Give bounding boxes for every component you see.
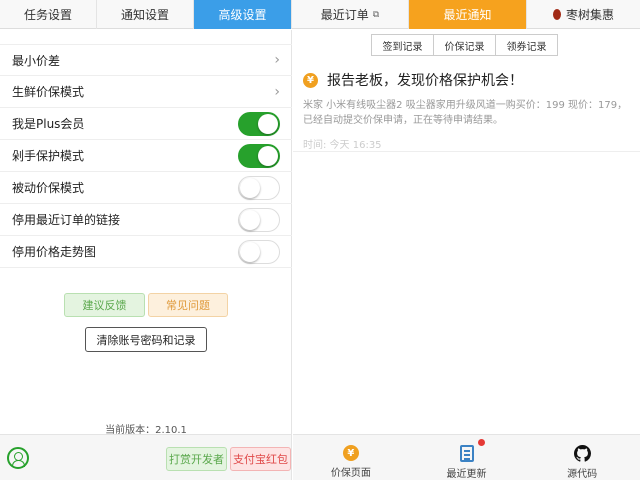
setting-fresh-price-protect[interactable]: 生鲜价保模式 › [0, 76, 292, 108]
jujube-icon [552, 9, 561, 20]
notification-item: ¥ 报告老板，发现价格保护机会！ 米家 小米有线吸尘器2 吸尘器家用升级风道一购… [303, 70, 633, 151]
alipay-redpacket-button[interactable]: 支付宝红包 [230, 447, 291, 471]
nav-price-protect-page[interactable]: ¥ 价保页面 [293, 435, 409, 480]
chevron-right-icon: › [274, 83, 280, 100]
tab-label: 最近通知 [443, 8, 492, 22]
notification-title: 报告老板，发现价格保护机会！ [327, 73, 523, 89]
setting-label: 我是Plus会员 [12, 117, 85, 131]
nav-label: 价保页面 [330, 468, 371, 479]
faq-button[interactable]: 常见问题 [148, 293, 228, 317]
tab-notification-settings[interactable]: 通知设置 [97, 0, 194, 29]
setting-label: 停用价格走势图 [12, 245, 97, 259]
tab-label: 通知设置 [120, 8, 169, 22]
nav-label: 最近更新 [446, 469, 487, 480]
tab-label: 最近订单 [320, 8, 369, 22]
passive-price-protect-toggle[interactable] [238, 175, 280, 200]
toggle-knob [240, 241, 260, 262]
yen-icon: ¥ [303, 72, 318, 88]
recent-notifications-panel: 签到记录 价保记录 领券记录 ¥ 报告老板，发现价格保护机会！ 米家 小米有线吸… [293, 30, 640, 434]
notification-badge [477, 439, 485, 446]
tab-label: 枣树集惠 [565, 8, 614, 22]
notification-body: 米家 小米有线吸尘器2 吸尘器家用升级风道一购买价：199 现价：179，已经自… [303, 100, 628, 126]
setting-disable-order-links: 停用最近订单的链接 [0, 204, 292, 236]
clear-credentials-button[interactable]: 清除账号密码和记录 [85, 327, 207, 352]
divider [293, 151, 640, 152]
tab-advanced-settings[interactable]: 高级设置 [194, 0, 292, 29]
nav-recent-updates[interactable]: 最近更新 [409, 435, 525, 480]
notification-time: 时间: 今天 16:35 [303, 140, 382, 151]
tab-task-settings[interactable]: 任务设置 [0, 0, 97, 29]
chevron-right-icon: › [274, 52, 280, 68]
setting-plus-member: 我是Plus会员 [0, 108, 292, 140]
bottom-nav: ¥ 价保页面 最近更新 源代码 [293, 434, 640, 480]
setting-passive-price-protect: 被动价保模式 [0, 172, 292, 204]
toggle-knob [240, 177, 260, 198]
disable-price-chart-toggle[interactable] [238, 239, 280, 264]
tab-recent-notifications[interactable]: 最近通知 [409, 0, 527, 29]
disable-order-links-toggle[interactable] [238, 207, 280, 232]
setting-label: 停用最近订单的链接 [12, 213, 121, 227]
setting-label: 被动价保模式 [12, 181, 85, 195]
setting-shopping-protection: 剁手保护模式 [0, 140, 292, 172]
tab-zaoshu-jihui[interactable]: 枣树集惠 [527, 0, 640, 29]
feedback-button[interactable]: 建议反馈 [64, 293, 145, 317]
setting-label: 剁手保护模式 [12, 149, 85, 163]
tab-label: 高级设置 [218, 8, 267, 22]
toggle-knob [258, 145, 278, 166]
tab-label: 任务设置 [23, 8, 72, 22]
plus-member-toggle[interactable] [238, 111, 280, 136]
setting-disable-price-chart: 停用价格走势图 [0, 236, 292, 268]
donate-developer-button[interactable]: 打赏开发者 [166, 447, 227, 471]
external-link-icon: ⧉ [372, 9, 380, 20]
setting-label: 生鲜价保模式 [12, 85, 85, 99]
setting-label: 最小价差 [12, 53, 61, 68]
record-subtabs: 签到记录 价保记录 领券记录 [371, 34, 558, 56]
toggle-knob [240, 209, 260, 230]
subtab-price-protect-records[interactable]: 价保记录 [433, 34, 496, 56]
yen-icon: ¥ [342, 445, 359, 461]
toggle-knob [258, 113, 278, 134]
advanced-settings-panel: 最小价差 › 生鲜价保模式 › 我是Plus会员 剁手保护模式 被动价保模式 停… [0, 30, 292, 436]
shopping-protection-toggle[interactable] [238, 143, 280, 168]
nav-source-code[interactable]: 源代码 [524, 435, 640, 480]
subtab-coupon-records[interactable]: 领券记录 [495, 34, 558, 56]
bottom-left-bar: 打赏开发者 支付宝红包 [0, 434, 292, 480]
notification-header: ¥ 报告老板，发现价格保护机会！ [303, 70, 633, 90]
github-icon [573, 445, 591, 462]
subtab-checkin-records[interactable]: 签到记录 [371, 34, 434, 56]
top-tab-bar: 任务设置 通知设置 高级设置 最近订单 ⧉ 最近通知 枣树集惠 [0, 0, 640, 29]
document-icon [459, 445, 474, 462]
nav-label: 源代码 [567, 469, 598, 480]
tab-recent-orders[interactable]: 最近订单 ⧉ [292, 0, 409, 29]
user-icon[interactable] [7, 447, 29, 469]
setting-min-price-diff[interactable]: 最小价差 › [0, 44, 292, 76]
settings-list: 最小价差 › 生鲜价保模式 › 我是Plus会员 剁手保护模式 被动价保模式 停… [0, 44, 292, 268]
